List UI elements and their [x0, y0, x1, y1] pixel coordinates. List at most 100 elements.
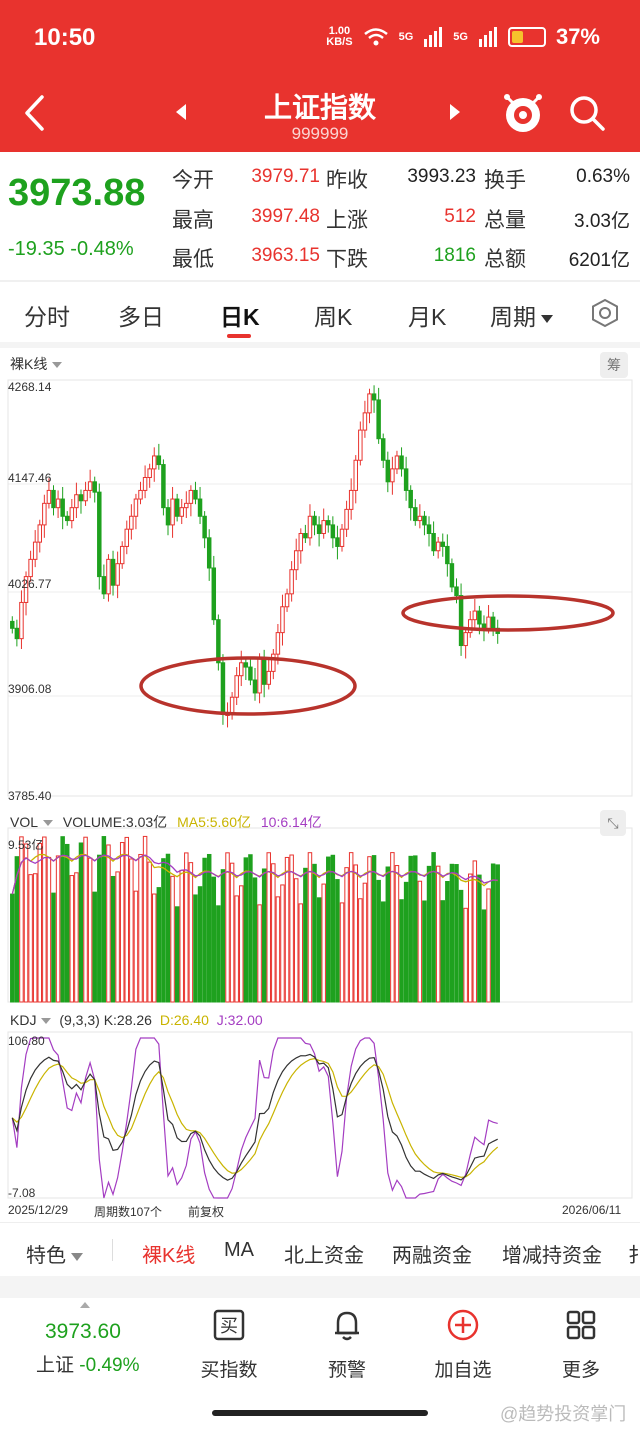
volume-bar	[170, 875, 175, 1003]
kdj-params: (9,3,3)	[59, 1012, 100, 1028]
volume-bar	[321, 883, 326, 1003]
volume-bar	[156, 887, 162, 1003]
prev-close-label: 昨收	[326, 169, 368, 192]
kline-chart[interactable]	[0, 348, 640, 1220]
volume-bar	[206, 853, 212, 1003]
back-arrow-icon[interactable]	[22, 94, 48, 132]
expand-up-icon[interactable]	[80, 1302, 90, 1308]
indicator-ma[interactable]: MA	[224, 1239, 254, 1262]
indicator-margin[interactable]: 两融资金	[392, 1239, 472, 1268]
settings-hex-icon[interactable]	[590, 298, 620, 328]
candle-body	[147, 468, 152, 478]
candle-body	[55, 498, 61, 509]
volume-bar	[119, 842, 125, 1003]
kline-type-dropdown[interactable]: 裸K线	[10, 354, 63, 374]
search-icon[interactable]	[568, 94, 606, 132]
divider	[112, 1239, 113, 1261]
more-label: 更多	[561, 1360, 600, 1381]
candle-body	[358, 429, 363, 461]
assistant-robot-icon[interactable]	[500, 90, 546, 136]
candle-body	[486, 616, 491, 629]
candle-body	[426, 524, 432, 535]
volume-bar	[435, 865, 441, 1003]
volume-bar	[97, 854, 102, 1003]
turnover-label: 换手	[484, 169, 526, 192]
volume-bar	[449, 863, 455, 1003]
chip-distribution-button[interactable]: 筹	[600, 352, 628, 378]
vol-value: VOLUME:3.03亿	[62, 814, 168, 830]
bottom-price: 3973.60	[45, 1320, 121, 1343]
indicator-northbound[interactable]: 北上资金	[284, 1239, 364, 1268]
volume-legend: VOL VOLUME:3.03亿 MA5:5.60亿 10:6.14亿	[10, 812, 322, 832]
candle-body	[330, 524, 336, 539]
volume-bar	[293, 878, 299, 1003]
up-count-value: 512	[444, 206, 476, 227]
volume-bar	[69, 875, 75, 1003]
candle-body	[115, 563, 120, 586]
volume-bar	[101, 836, 107, 1003]
indicator-shareholding[interactable]: 增减持资金	[502, 1239, 602, 1268]
volume-bar	[298, 903, 304, 1003]
volume-bar	[165, 853, 171, 1003]
volume-bar	[330, 854, 336, 1003]
kline-frame	[7, 379, 633, 797]
tab-weekly-k[interactable]: 周K	[314, 298, 352, 332]
candle-body	[367, 393, 372, 414]
expand-icon[interactable]: ⤡	[600, 810, 626, 836]
prev-stock-button[interactable]	[176, 104, 186, 120]
candle-body	[477, 610, 482, 625]
candle-body	[197, 498, 203, 517]
add-watchlist-button[interactable]: 加自选	[418, 1308, 508, 1382]
indicator-more[interactable]: 扌	[628, 1239, 640, 1268]
vol-label[interactable]: VOL	[10, 814, 38, 830]
indicator-special[interactable]: 特色	[26, 1239, 83, 1268]
candle-body	[92, 481, 97, 493]
volume-bar	[32, 873, 38, 1003]
volume-bar	[307, 852, 313, 1003]
chevron-down-icon	[71, 1252, 83, 1261]
alert-button[interactable]: 预警	[302, 1308, 392, 1382]
candle-body	[275, 632, 281, 655]
candle-body	[353, 459, 358, 491]
home-indicator[interactable]	[212, 1410, 428, 1416]
tab-daily-k[interactable]: 日K	[220, 298, 260, 332]
volume-bar	[440, 900, 445, 1003]
volume-bar	[257, 904, 262, 1003]
volume-bar	[454, 864, 459, 1003]
bell-icon	[335, 1311, 359, 1341]
candle-body	[303, 533, 308, 539]
tab-period-dropdown[interactable]: 周期	[490, 298, 553, 332]
candle-body	[60, 498, 65, 517]
tab-multi-day[interactable]: 多日	[118, 298, 164, 332]
volume-bar	[225, 852, 230, 1003]
volume-bar	[266, 852, 271, 1003]
volume-bar	[390, 852, 395, 1003]
tab-monthly-k[interactable]: 月K	[408, 298, 446, 332]
candle-body	[229, 696, 235, 715]
candle-body	[298, 533, 304, 552]
buy-index-button[interactable]: 买 买指数	[184, 1308, 274, 1382]
more-button[interactable]: 更多	[536, 1308, 626, 1382]
tab-intraday[interactable]: 分时	[24, 298, 70, 332]
candle-body	[380, 438, 386, 461]
volume-bar	[110, 875, 116, 1003]
vol-max-label: 9.53亿	[8, 838, 44, 852]
volume-bar	[380, 901, 386, 1003]
next-stock-button[interactable]	[450, 104, 460, 120]
candle-body	[271, 653, 276, 672]
volume-bar	[239, 885, 244, 1003]
candle-body	[101, 576, 107, 595]
candle-body	[385, 459, 391, 483]
volume-bar	[403, 881, 409, 1003]
volume-bar	[376, 879, 381, 1003]
indicator-naked-k[interactable]: 裸K线	[142, 1239, 195, 1268]
kdj-label[interactable]: KDJ	[10, 1012, 36, 1028]
stock-code: 999999	[291, 124, 349, 143]
chevron-down-icon	[541, 314, 553, 323]
candle-body	[440, 541, 445, 547]
battery-fill	[511, 31, 524, 43]
volume-bar	[78, 842, 84, 1003]
buy-icon: 买	[213, 1309, 245, 1341]
divider	[0, 280, 640, 282]
candle-body	[65, 515, 70, 522]
